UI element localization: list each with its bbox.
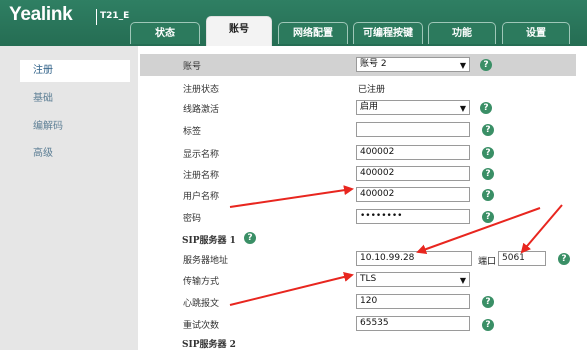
tag-input[interactable] bbox=[356, 122, 470, 137]
user-name-label: 用户名称 bbox=[183, 192, 220, 202]
reg-status-label: 注册状态 bbox=[183, 85, 220, 95]
heartbeat-input[interactable]: 120 bbox=[356, 294, 470, 309]
row-account: 账号 账号 2 ▼ ? bbox=[138, 55, 587, 75]
sidebar-item-register[interactable]: 注册 bbox=[20, 60, 130, 82]
transport-select[interactable]: TLS ▼ bbox=[356, 272, 470, 287]
row-server-address: 服务器地址 10.10.99.28 端口 5061 ? bbox=[138, 249, 587, 269]
yealink-logo: Yealink bbox=[9, 4, 73, 25]
sip-server-1-heading: SIP服务器 1 bbox=[182, 236, 236, 246]
server-address-input[interactable]: 10.10.99.28 bbox=[356, 251, 472, 266]
display-name-input[interactable]: 400002 bbox=[356, 145, 470, 160]
help-icon[interactable]: ? bbox=[244, 232, 256, 244]
row-register-name: 注册名称 400002 ? bbox=[138, 164, 587, 184]
model-label: T21_E2 bbox=[100, 11, 130, 21]
sidebar-item-advanced[interactable]: 高级 bbox=[20, 143, 130, 165]
display-name-label: 显示名称 bbox=[183, 150, 220, 160]
help-icon[interactable]: ? bbox=[482, 147, 494, 159]
tab-features[interactable]: 功能 bbox=[428, 22, 496, 44]
heartbeat-label: 心跳报文 bbox=[183, 299, 220, 309]
register-name-input[interactable]: 400002 bbox=[356, 166, 470, 181]
right-edge bbox=[576, 46, 587, 350]
row-password: 密码 •••••••• ? bbox=[138, 207, 587, 227]
row-user-name: 用户名称 400002 ? bbox=[138, 185, 587, 205]
line-active-select[interactable]: 启用 ▼ bbox=[356, 100, 470, 115]
help-icon[interactable]: ? bbox=[558, 253, 570, 265]
row-tag: 标签 ? bbox=[138, 120, 587, 140]
account-label: 账号 bbox=[183, 62, 202, 72]
help-icon[interactable]: ? bbox=[482, 296, 494, 308]
reg-status-value: 已注册 bbox=[358, 85, 386, 95]
sidebar-item-basic[interactable]: 基础 bbox=[20, 88, 130, 110]
help-icon[interactable]: ? bbox=[480, 102, 492, 114]
logo-separator bbox=[96, 9, 97, 25]
row-display-name: 显示名称 400002 ? bbox=[138, 143, 587, 163]
tab-network[interactable]: 网络配置 bbox=[278, 22, 348, 44]
row-line-active: 线路激活 启用 ▼ ? bbox=[138, 98, 587, 118]
port-input[interactable]: 5061 bbox=[498, 251, 546, 266]
retry-label: 重试次数 bbox=[183, 321, 220, 331]
sip-server-2-heading: SIP服务器 2 bbox=[182, 340, 236, 350]
user-name-input[interactable]: 400002 bbox=[356, 187, 470, 202]
chevron-down-icon: ▼ bbox=[459, 104, 466, 113]
tab-settings[interactable]: 设置 bbox=[502, 22, 570, 44]
help-icon[interactable]: ? bbox=[482, 168, 494, 180]
register-name-label: 注册名称 bbox=[183, 171, 220, 181]
chevron-down-icon: ▼ bbox=[459, 276, 466, 285]
main-content: 账号 账号 2 ▼ ? 注册状态 已注册 线路激活 启用 ▼ ? 标签 ? 显示名称… bbox=[138, 46, 587, 350]
tab-dsskey[interactable]: 可编程按键 bbox=[353, 22, 423, 44]
help-icon[interactable]: ? bbox=[482, 319, 494, 331]
line-active-label: 线路激活 bbox=[183, 105, 220, 115]
row-heartbeat: 心跳报文 120 ? bbox=[138, 292, 587, 312]
port-label: 端口 bbox=[478, 257, 497, 267]
help-icon[interactable]: ? bbox=[482, 211, 494, 223]
chevron-down-icon: ▼ bbox=[459, 61, 466, 70]
tag-label: 标签 bbox=[183, 127, 202, 137]
retry-input[interactable]: 65535 bbox=[356, 316, 470, 331]
row-reg-status: 注册状态 已注册 bbox=[138, 78, 587, 98]
row-transport: 传输方式 TLS ▼ bbox=[138, 270, 587, 290]
server-address-label: 服务器地址 bbox=[183, 256, 229, 266]
row-sip-server-2: SIP服务器 2 bbox=[138, 336, 587, 350]
password-label: 密码 bbox=[183, 214, 202, 224]
row-retry: 重试次数 65535 ? bbox=[138, 314, 587, 334]
transport-label: 传输方式 bbox=[183, 277, 220, 287]
password-input[interactable]: •••••••• bbox=[356, 209, 470, 224]
top-header: Yealink T21_E2 状态 账号 网络配置 可编程按键 功能 设置 bbox=[0, 0, 587, 46]
row-sip-server-1: SIP服务器 1 ? bbox=[138, 229, 587, 249]
sidebar: 注册 基础 编解码 高级 bbox=[0, 46, 138, 350]
account-select[interactable]: 账号 2 ▼ bbox=[356, 57, 470, 72]
tab-status[interactable]: 状态 bbox=[130, 22, 200, 44]
sidebar-item-codec[interactable]: 编解码 bbox=[20, 116, 130, 138]
help-icon[interactable]: ? bbox=[482, 189, 494, 201]
help-icon[interactable]: ? bbox=[480, 59, 492, 71]
help-icon[interactable]: ? bbox=[482, 124, 494, 136]
tab-account[interactable]: 账号 bbox=[206, 16, 272, 46]
